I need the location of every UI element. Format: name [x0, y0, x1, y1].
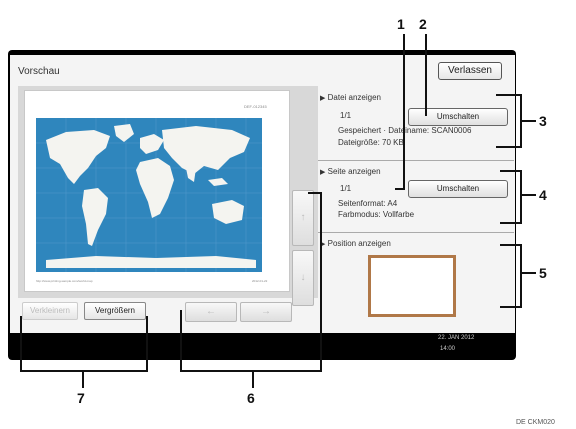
- callout-number-5: 5: [539, 265, 547, 281]
- callout-bracket-5: [522, 272, 536, 274]
- scroll-left-button[interactable]: ←: [185, 302, 237, 322]
- color-mode-info: Farbmodus: Vollfarbe: [338, 210, 415, 219]
- zoom-out-button[interactable]: Verkleinern: [22, 302, 78, 320]
- zoom-in-button[interactable]: Vergrößern: [84, 302, 146, 320]
- arrow-down-icon: ↓: [300, 272, 306, 283]
- arrow-up-icon: ↑: [300, 212, 306, 223]
- callout-number-7: 7: [77, 390, 85, 406]
- callout-bracket-3: [496, 94, 522, 96]
- scroll-up-button[interactable]: ↑: [292, 190, 314, 246]
- callout-bracket-6: [180, 310, 182, 372]
- file-switch-button[interactable]: Umschalten: [408, 108, 508, 126]
- world-map-image: [36, 118, 262, 272]
- page-header-text: DEF-012345: [244, 104, 267, 109]
- page-section-heading: ▶ Seite anzeigen: [320, 167, 381, 176]
- triangle-right-icon: ▶: [320, 169, 326, 176]
- scroll-down-button[interactable]: ↓: [292, 250, 314, 306]
- callout-number-4: 4: [539, 187, 547, 203]
- position-section-heading: ▶ Position anzeigen: [320, 239, 391, 248]
- screen-title: Vorschau: [18, 66, 60, 77]
- document-code: DE CKM020: [516, 419, 555, 426]
- callout-bracket-6: [320, 192, 322, 372]
- file-section-title: Datei anzeigen: [327, 93, 381, 102]
- callout-bracket-7: [20, 370, 148, 372]
- page-counter: 1/1: [340, 184, 352, 193]
- page-switch-button[interactable]: Umschalten: [408, 180, 508, 198]
- callout-bracket-3: [496, 146, 522, 148]
- callout-bracket-4: [500, 170, 522, 172]
- callout-line-1: [403, 34, 405, 190]
- exit-button[interactable]: Verlassen: [438, 62, 502, 80]
- divider: [318, 232, 514, 233]
- page-footer-date: 2012-01-22: [252, 279, 268, 283]
- divider: [318, 160, 514, 161]
- callout-bracket-7: [20, 316, 22, 372]
- status-time: 14:00: [440, 346, 456, 352]
- arrow-right-icon: →: [261, 306, 271, 317]
- callout-bracket-6: [252, 370, 254, 388]
- callout-bracket-5: [520, 244, 522, 308]
- scroll-right-button[interactable]: →: [240, 302, 292, 322]
- callout-line-1: [395, 188, 405, 190]
- callout-bracket-6: [180, 370, 322, 372]
- triangle-right-icon: ▶: [320, 95, 326, 102]
- page-section-title: Seite anzeigen: [327, 167, 381, 176]
- position-section-title: Position anzeigen: [327, 239, 391, 248]
- callout-bracket-4: [500, 222, 522, 224]
- page-format-info: Seitenformat: A4: [338, 199, 398, 208]
- callout-bracket-4: [520, 170, 522, 224]
- position-indicator: [368, 255, 456, 317]
- file-size-info: Dateigröße: 70 KB: [338, 138, 404, 147]
- callout-number-3: 3: [539, 113, 547, 129]
- callout-bracket-3: [522, 120, 536, 122]
- status-date: 22. JAN 2012: [438, 335, 475, 341]
- callout-number-1: 1: [397, 16, 405, 32]
- callout-bracket-7: [82, 370, 84, 388]
- arrow-left-icon: ←: [206, 306, 216, 317]
- callout-line-2: [425, 34, 427, 116]
- callout-bracket-5: [500, 306, 522, 308]
- callout-bracket-7: [146, 316, 148, 372]
- callout-number-6: 6: [247, 390, 255, 406]
- file-page-counter: 1/1: [340, 111, 352, 120]
- callout-bracket-5: [500, 244, 522, 246]
- callout-bracket-4: [522, 194, 536, 196]
- file-section-heading: ▶ Datei anzeigen: [320, 93, 381, 102]
- callout-number-2: 2: [419, 16, 427, 32]
- page-footer-url: http://www.printing-sample.com/world-map: [36, 279, 93, 283]
